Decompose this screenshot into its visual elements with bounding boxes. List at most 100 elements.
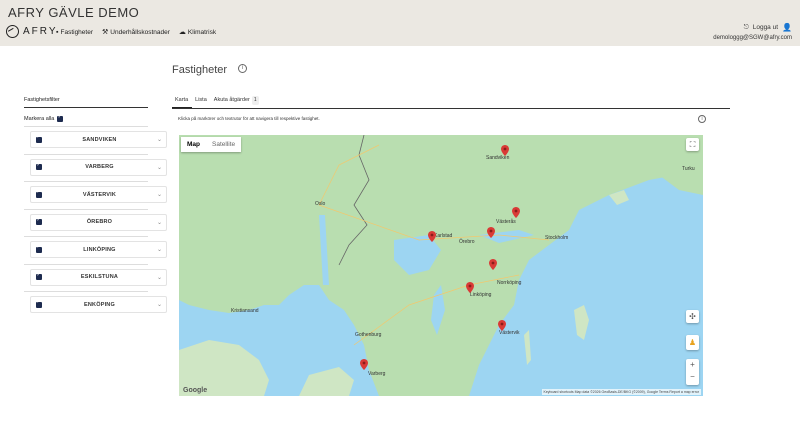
city-checkbox[interactable] bbox=[36, 162, 42, 170]
afry-logo[interactable]: AFRY bbox=[6, 25, 58, 38]
city-checkbox[interactable] bbox=[36, 272, 42, 280]
map-label-norrkoping: Norrköping bbox=[497, 280, 522, 286]
city-name: SANDVIKEN bbox=[82, 136, 117, 143]
building-icon: ▪ bbox=[56, 28, 59, 36]
tab-akuta-atgarder[interactable]: Akuta åtgärder 1 bbox=[211, 96, 263, 108]
city-filter-item: ESKILSTUNA ⌄ bbox=[24, 263, 167, 292]
chevron-down-icon: ⌄ bbox=[156, 219, 162, 226]
city-checkbox[interactable] bbox=[36, 244, 42, 253]
city-filter-item: VARBERG ⌄ bbox=[24, 153, 167, 182]
mark-all-checkbox[interactable] bbox=[57, 114, 64, 122]
map-label-stockholm: Stockholm bbox=[545, 235, 569, 241]
logo-text: AFRY bbox=[23, 26, 58, 37]
city-name: LINKÖPING bbox=[83, 246, 116, 253]
city-filter-item: ÖREBRO ⌄ bbox=[24, 208, 167, 237]
map-marker-norrkoping[interactable] bbox=[489, 259, 497, 270]
hammer-icon: ⚒ bbox=[102, 29, 109, 36]
map-hint: Klicka på markörer och textrutor för att… bbox=[178, 116, 320, 121]
chevron-down-icon: ⌄ bbox=[156, 192, 162, 198]
map-label-oslo: Oslo bbox=[315, 201, 326, 207]
tab-label: Lista bbox=[195, 97, 207, 103]
map-label-kristiansand: Kristiansand bbox=[231, 308, 259, 314]
cloud-icon: ☁ bbox=[178, 29, 186, 36]
city-filter-linkoping[interactable]: LINKÖPING ⌄ bbox=[30, 241, 167, 258]
chevron-down-icon: ⌄ bbox=[156, 274, 162, 281]
zoom-in-icon[interactable]: + bbox=[686, 359, 699, 371]
map-type-toggle: Map Satellite bbox=[181, 137, 242, 152]
camera-control-icon[interactable]: ✣ bbox=[686, 310, 699, 323]
tab-lista[interactable]: Lista bbox=[192, 96, 211, 108]
city-filter-enkoping[interactable]: ENKÖPING ⌄ bbox=[30, 296, 167, 313]
city-filter-item: VÄSTERVIK ⌄ bbox=[24, 181, 167, 209]
app-title: AFRY GÄVLE DEMO bbox=[8, 5, 140, 20]
info-icon[interactable]: i bbox=[698, 115, 706, 123]
main-nav: ▪ Fastigheter ⚒ Underhållskostnader ☁ Kl… bbox=[56, 28, 217, 37]
google-logo: Google bbox=[183, 387, 208, 394]
nav-label: Underhållskostnader bbox=[110, 28, 170, 36]
city-filter-sandviken[interactable]: SANDVIKEN ⌄ bbox=[30, 131, 167, 148]
city-name: ESKILSTUNA bbox=[80, 274, 119, 280]
page-title: Fastigheter bbox=[172, 64, 228, 76]
city-filter-item: LINKÖPING ⌄ bbox=[24, 236, 167, 264]
info-icon[interactable]: i bbox=[238, 64, 247, 73]
city-filter-varberg[interactable]: VARBERG ⌄ bbox=[30, 158, 167, 176]
city-checkbox[interactable] bbox=[36, 217, 42, 225]
map-marker-vastervik[interactable] bbox=[498, 320, 506, 331]
city-checkbox[interactable] bbox=[36, 134, 42, 143]
nav-label: Klimatrisk bbox=[187, 28, 217, 36]
tab-label: Akuta åtgärder bbox=[213, 97, 250, 103]
map-label-vasteras: Västerås bbox=[496, 219, 516, 225]
nav-label: Fastigheter bbox=[60, 28, 94, 36]
filter-divider bbox=[24, 107, 148, 108]
tab-label: Karta bbox=[175, 97, 189, 103]
nav-item-underhallskostnader[interactable]: ⚒ Underhållskostnader bbox=[102, 28, 170, 37]
fullscreen-icon[interactable]: ⛶ bbox=[686, 138, 699, 151]
city-filter-item: ENKÖPING ⌄ bbox=[24, 291, 167, 319]
chevron-down-icon: ⌄ bbox=[156, 164, 162, 171]
view-tabs: Karta Lista Akuta åtgärder 1 bbox=[172, 96, 730, 109]
user-area: ⎋ Logga ut 👤 demologgg@SGW@afry.com bbox=[713, 22, 792, 43]
city-filter-list: SANDVIKEN ⌄ VARBERG ⌄ VÄSTERVIK ⌄ ÖREBRO ⌄ L… bbox=[24, 126, 167, 319]
map-label-orebro: Örebro bbox=[459, 239, 475, 245]
city-checkbox[interactable] bbox=[36, 189, 42, 198]
afry-logo-icon bbox=[6, 25, 19, 38]
map-marker-vasteras[interactable] bbox=[512, 207, 520, 218]
city-filter-eskilstuna[interactable]: ESKILSTUNA ⌄ bbox=[30, 268, 167, 286]
map-type-satellite[interactable]: Satellite bbox=[206, 137, 241, 152]
zoom-out-icon[interactable]: − bbox=[686, 371, 699, 383]
city-filter-orebro[interactable]: ÖREBRO ⌄ bbox=[30, 213, 167, 231]
map-label-turku: Turku bbox=[682, 166, 695, 172]
map-attribution: Keyboard shortcuts Map data ©2026 GeoBas… bbox=[541, 389, 701, 395]
city-filter-vastervik[interactable]: VÄSTERVIK ⌄ bbox=[30, 186, 167, 203]
user-icon: 👤 bbox=[782, 23, 792, 32]
map-marker-eskilstuna[interactable] bbox=[487, 227, 495, 238]
zoom-control: + − bbox=[686, 359, 699, 385]
tab-karta[interactable]: Karta bbox=[172, 96, 193, 108]
logout-icon: ⎋ bbox=[743, 24, 749, 32]
map-view[interactable]: Map Satellite ⛶ ✣ ♟ + − Oslo Stockholm T… bbox=[179, 135, 703, 396]
nav-item-klimatrisk[interactable]: ☁ Klimatrisk bbox=[178, 28, 217, 37]
map-marker-linkoping[interactable] bbox=[466, 282, 474, 293]
top-bar: AFRY GÄVLE DEMO AFRY ▪ Fastigheter ⚒ Und… bbox=[0, 0, 800, 46]
mark-all-label: Markera alla bbox=[24, 116, 55, 122]
chevron-down-icon: ⌄ bbox=[156, 247, 162, 253]
map-label-varberg: Varberg bbox=[368, 371, 386, 377]
logout-button[interactable]: ⎋ Logga ut 👤 bbox=[713, 22, 792, 34]
city-checkbox[interactable] bbox=[36, 299, 42, 308]
user-email: demologgg@SGW@afry.com bbox=[713, 35, 792, 41]
map-type-map[interactable]: Map bbox=[181, 137, 206, 152]
logout-label: Logga ut bbox=[752, 24, 779, 32]
map-land-layer bbox=[179, 135, 703, 396]
map-marker-varberg[interactable] bbox=[360, 359, 368, 370]
filter-tab[interactable]: Fastighetsfilter bbox=[24, 97, 60, 106]
mark-all-row[interactable]: Markera alla bbox=[24, 114, 64, 122]
map-label-gothenburg: Gothenburg bbox=[355, 332, 382, 338]
city-filter-item: SANDVIKEN ⌄ bbox=[24, 126, 167, 154]
city-name: ENKÖPING bbox=[84, 301, 115, 308]
map-marker-sandviken[interactable] bbox=[501, 145, 509, 156]
street-view-pegman-icon[interactable]: ♟ bbox=[686, 335, 699, 350]
map-marker-orebro[interactable] bbox=[428, 231, 436, 242]
nav-item-fastigheter[interactable]: ▪ Fastigheter bbox=[56, 28, 93, 36]
city-name: VARBERG bbox=[85, 164, 114, 170]
chevron-down-icon: ⌄ bbox=[156, 137, 162, 143]
